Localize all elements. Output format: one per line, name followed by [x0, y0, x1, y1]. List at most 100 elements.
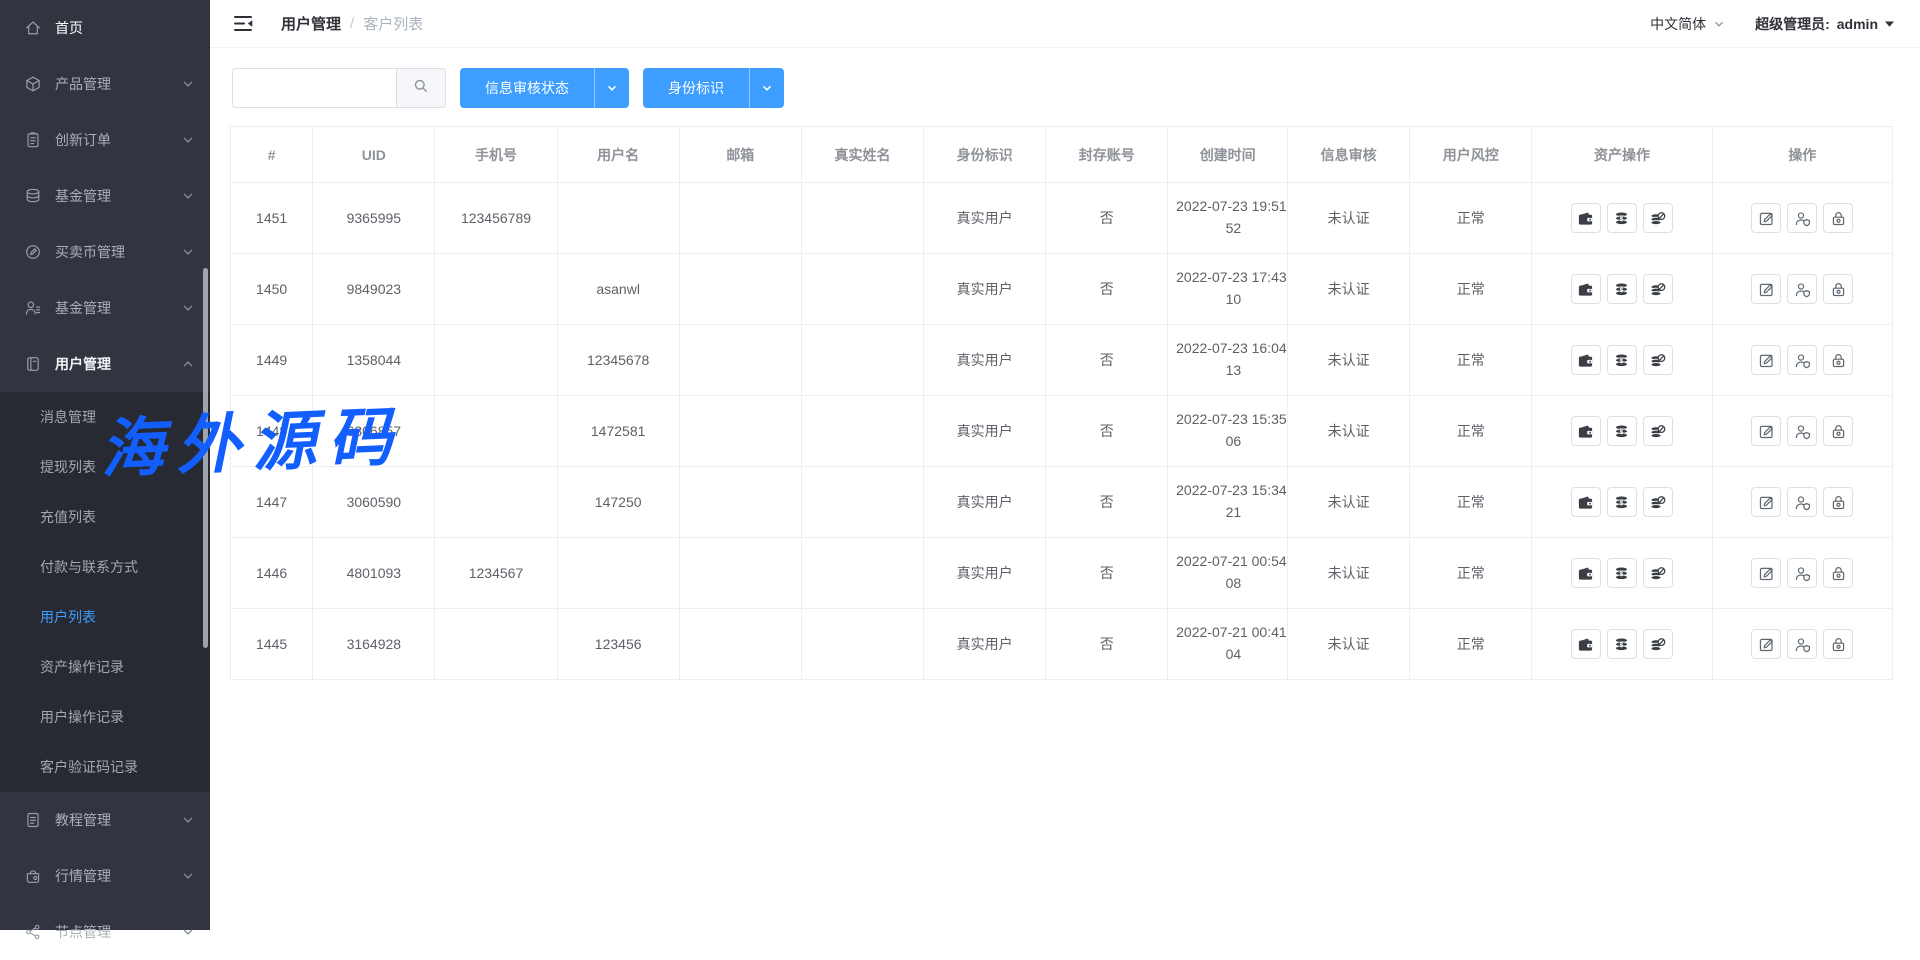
lock-icon-button[interactable]: [1823, 203, 1853, 233]
wallet-icon-button[interactable]: [1571, 274, 1601, 304]
wallet-icon-button[interactable]: [1571, 558, 1601, 588]
user-shield-icon-button[interactable]: [1787, 345, 1817, 375]
coins-off-icon-button[interactable]: [1643, 274, 1673, 304]
sidebar-item[interactable]: 基金管理: [0, 168, 210, 224]
edit-icon-button[interactable]: [1751, 416, 1781, 446]
column-header: 信息审核: [1288, 127, 1410, 183]
coins-off-icon-button[interactable]: [1643, 558, 1673, 588]
cell-id: 1448: [231, 396, 313, 467]
coins-dollar-icon-button[interactable]: $: [1607, 345, 1637, 375]
sidebar-item[interactable]: 产品管理: [0, 56, 210, 112]
edit-icon-button[interactable]: [1751, 345, 1781, 375]
search-button[interactable]: [396, 69, 445, 107]
edit-icon-button[interactable]: [1751, 487, 1781, 517]
sidebar-item[interactable]: 首页: [0, 0, 210, 56]
edit-icon-button[interactable]: [1751, 274, 1781, 304]
sidebar-item[interactable]: 教程管理: [0, 792, 210, 848]
wallet-icon-button[interactable]: [1571, 416, 1601, 446]
admin-dropdown[interactable]: 超级管理员: admin: [1755, 14, 1894, 34]
cell-risk: 正常: [1410, 609, 1532, 680]
sidebar-item[interactable]: 行情管理: [0, 848, 210, 904]
sidebar: 首页 产品管理 创新订单 基金管理 买卖币管理 基金管理 用户管理 消息管理提现…: [0, 0, 210, 930]
sidebar-subitem[interactable]: 客户验证码记录: [0, 742, 210, 792]
user-shield-icon-button[interactable]: [1787, 487, 1817, 517]
user-shield-icon-button[interactable]: [1787, 416, 1817, 446]
cell-realname: [801, 183, 923, 254]
lock-icon-button[interactable]: [1823, 416, 1853, 446]
user-shield-icon-button[interactable]: [1787, 274, 1817, 304]
lock-icon-button[interactable]: [1823, 629, 1853, 659]
user-shield-icon-button[interactable]: [1787, 558, 1817, 588]
sidebar-item-label: 行情管理: [55, 866, 182, 886]
cell-actions: [1712, 538, 1892, 609]
sidebar-subitem[interactable]: 资产操作记录: [0, 642, 210, 692]
coins-dollar-icon-button[interactable]: $: [1607, 203, 1637, 233]
sidebar-item[interactable]: 用户管理: [0, 336, 210, 392]
coins-dollar-icon-button[interactable]: $: [1607, 487, 1637, 517]
table-row: 14519365995123456789真实用户否2022-07-23 19:5…: [231, 183, 1893, 254]
lock-icon-button[interactable]: [1823, 345, 1853, 375]
cell-asset-ops: $: [1532, 609, 1712, 680]
cell-created: 2022-07-23 17:43:10: [1168, 254, 1288, 325]
lock-icon-button[interactable]: [1823, 558, 1853, 588]
coins-dollar-icon-button[interactable]: $: [1607, 416, 1637, 446]
identity-filter-button[interactable]: 身份标识: [643, 68, 784, 108]
cell-sealed: 否: [1046, 396, 1168, 467]
coins-off-icon-button[interactable]: [1643, 203, 1673, 233]
coins-off-icon-button[interactable]: [1643, 416, 1673, 446]
coins-dollar-icon-button[interactable]: $: [1607, 558, 1637, 588]
edit-icon-button[interactable]: [1751, 203, 1781, 233]
sidebar-item[interactable]: 买卖币管理: [0, 224, 210, 280]
coins-dollar-icon-button[interactable]: $: [1607, 274, 1637, 304]
cell-phone: [435, 609, 557, 680]
coins-off-icon-button[interactable]: [1643, 345, 1673, 375]
language-selector[interactable]: 中文简体: [1650, 14, 1725, 34]
user-shield-icon-button[interactable]: [1787, 629, 1817, 659]
lock-icon-button[interactable]: [1823, 487, 1853, 517]
coins-off-icon-button[interactable]: [1643, 487, 1673, 517]
wallet-icon: [1577, 494, 1594, 511]
sidebar-item[interactable]: 节点管理: [0, 904, 210, 960]
column-header: 操作: [1712, 127, 1892, 183]
wallet-icon-button[interactable]: [1571, 629, 1601, 659]
sidebar-item[interactable]: 基金管理: [0, 280, 210, 336]
wallet-icon-button[interactable]: [1571, 345, 1601, 375]
cell-actions: [1712, 396, 1892, 467]
column-header: 邮箱: [679, 127, 801, 183]
sidebar-subitem[interactable]: 消息管理: [0, 392, 210, 442]
sidebar-subitem[interactable]: 提现列表: [0, 442, 210, 492]
coins-off-icon-button[interactable]: [1643, 629, 1673, 659]
edit-icon: [1758, 281, 1775, 298]
topbar: 用户管理 / 客户列表 中文简体 超级管理员: admin: [210, 0, 1920, 48]
sidebar-item-label: 用户管理: [55, 354, 182, 374]
sidebar-scrollbar[interactable]: [203, 268, 208, 648]
cell-username: [557, 538, 679, 609]
sidebar-subitem[interactable]: 用户操作记录: [0, 692, 210, 742]
sidebar-subitem[interactable]: 充值列表: [0, 492, 210, 542]
coins-dollar-icon-button[interactable]: $: [1607, 629, 1637, 659]
edit-icon-button[interactable]: [1751, 558, 1781, 588]
cell-username: 12345678: [557, 325, 679, 396]
user-shield-icon: [1794, 636, 1811, 653]
wallet-icon-button[interactable]: [1571, 487, 1601, 517]
user-shield-icon: [1794, 281, 1811, 298]
topbar-right: 中文简体 超级管理员: admin: [1650, 14, 1894, 34]
user-shield-icon-button[interactable]: [1787, 203, 1817, 233]
breadcrumb-section[interactable]: 用户管理: [281, 13, 341, 34]
sidebar-item[interactable]: 创新订单: [0, 112, 210, 168]
edit-icon-button[interactable]: [1751, 629, 1781, 659]
chevron-down-icon[interactable]: [749, 68, 784, 108]
svg-text:$: $: [1620, 215, 1624, 222]
cell-created: 2022-07-23 16:04:13: [1168, 325, 1288, 396]
audit-status-filter-button[interactable]: 信息审核状态: [460, 68, 629, 108]
search-input[interactable]: [233, 69, 396, 107]
menu-fold-icon[interactable]: [234, 15, 253, 32]
identity-filter-label[interactable]: 身份标识: [643, 68, 749, 108]
audit-status-filter-label[interactable]: 信息审核状态: [460, 68, 594, 108]
lock-icon-button[interactable]: [1823, 274, 1853, 304]
wallet-icon-button[interactable]: [1571, 203, 1601, 233]
sidebar-subitem[interactable]: 付款与联系方式: [0, 542, 210, 592]
chevron-down-icon[interactable]: [594, 68, 629, 108]
sidebar-subitem[interactable]: 用户列表: [0, 592, 210, 642]
table-row: 1449135804412345678真实用户否2022-07-23 16:04…: [231, 325, 1893, 396]
